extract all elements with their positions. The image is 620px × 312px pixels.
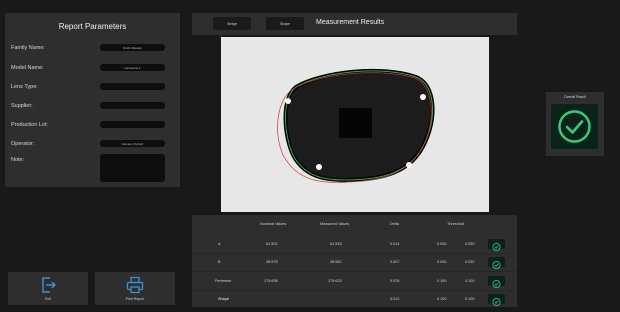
measured-value: 179.622 [328, 279, 342, 283]
note-label: Note: [11, 157, 25, 163]
measured-value: 45.582 [330, 260, 342, 264]
measurement-header: Sedge Shape Measurement Results [192, 13, 517, 35]
nominal-value: 45.575 [266, 260, 278, 264]
row-ok-badge [488, 239, 505, 251]
production-lot-field[interactable] [100, 121, 165, 128]
overall-result-title: Overall Result [564, 95, 586, 99]
measurement-title: Measurement Results [316, 19, 385, 26]
threshold-low: 0.030 [437, 260, 447, 264]
lens-type-label: Lens Type: [11, 84, 38, 90]
report-parameters-panel: Report Parameters Family Name: Smith-Wes… [5, 13, 180, 187]
delta-value: 0.007 [390, 260, 400, 264]
row-name: Perimeter [215, 279, 232, 283]
row-name: A [218, 242, 221, 246]
delta-value: 0.014 [390, 242, 400, 246]
family-name-label: Family Name: [11, 45, 45, 51]
row-name: Shape [218, 297, 229, 301]
nominal-value: 61.501 [266, 242, 278, 246]
measured-value: 61.515 [330, 242, 342, 246]
row-ok-badge [488, 294, 505, 306]
check-circle-icon [492, 298, 501, 306]
model-name-field[interactable]: Larissame 1 [100, 64, 165, 71]
column-header-nominal: Nominal Values [260, 222, 287, 226]
supplier-field[interactable] [100, 102, 165, 109]
family-name-field[interactable]: Smith-Weston [100, 44, 165, 51]
overall-result-badge [551, 104, 598, 149]
reference-point [285, 98, 291, 104]
print-report-label: Print Report [125, 297, 145, 301]
row-divider [192, 271, 517, 272]
shape-button[interactable]: Shape [266, 17, 304, 30]
sedge-button[interactable]: Sedge [213, 17, 251, 30]
nominal-value: 179.836 [264, 279, 278, 283]
lens-type-field[interactable] [100, 83, 165, 90]
column-header-measured: Measured Values [320, 222, 350, 226]
threshold-low: 0.100 [437, 279, 447, 283]
row-divider [192, 253, 517, 254]
check-circle-icon [492, 243, 501, 251]
delta-value: 0.012 [390, 297, 400, 301]
row-name: B [218, 260, 221, 264]
threshold-low: 0.100 [437, 297, 447, 301]
exit-label: Exit [45, 297, 51, 301]
column-header-threshold: Threshold [447, 222, 464, 226]
delta-value: 0.076 [390, 279, 400, 283]
operator-label: Operator: [11, 141, 35, 147]
center-marker [339, 108, 372, 138]
column-header-delta: Delta [390, 222, 399, 226]
model-name-label: Model Name: [11, 65, 44, 71]
check-circle-icon [492, 261, 501, 269]
exit-button[interactable]: Exit [8, 272, 88, 305]
threshold-high: 0.100 [465, 297, 475, 301]
row-divider [192, 290, 517, 291]
report-title: Report Parameters [58, 22, 127, 31]
overall-result-panel: Overall Result [546, 92, 604, 156]
threshold-high: 0.030 [465, 260, 475, 264]
supplier-label: Supplier: [11, 103, 33, 109]
reference-point [406, 162, 412, 168]
check-circle-icon [558, 110, 591, 143]
reference-point [316, 164, 322, 170]
production-lot-label: Production Lot: [11, 122, 48, 128]
reference-point [420, 94, 426, 100]
note-field[interactable] [100, 154, 165, 182]
check-circle-icon [492, 280, 501, 288]
row-ok-badge [488, 257, 505, 269]
lens-image [277, 68, 435, 183]
exit-icon [42, 277, 56, 293]
threshold-high: 0.030 [465, 242, 475, 246]
threshold-low: 0.030 [437, 242, 447, 246]
row-ok-badge [488, 276, 505, 288]
lens-image-canvas[interactable] [221, 37, 489, 212]
threshold-high: 0.100 [465, 279, 475, 283]
printer-icon [126, 276, 144, 294]
print-report-button[interactable]: Print Report [95, 272, 175, 305]
results-table: Nominal Values Measured Values Delta Thr… [192, 215, 517, 307]
operator-field[interactable]: Giovanni Schulz [100, 140, 165, 147]
